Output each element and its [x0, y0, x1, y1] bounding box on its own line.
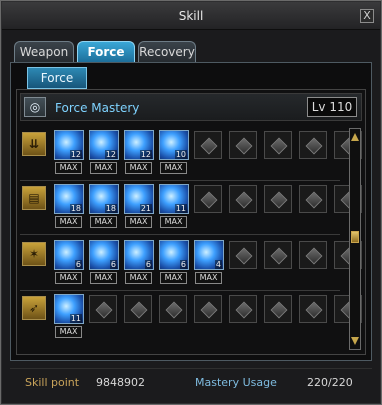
skill-list: ◎ Force Mastery Lv 110 ⇊ 12 MAX 12 MAX 12 MAX 1… — [16, 89, 366, 355]
skill-window: Skill X Weapon Force Recovery Force ◎ Fo… — [0, 0, 382, 405]
skill-row: ⇊ 12 MAX 12 MAX 12 MAX 10 MAX — [20, 130, 362, 182]
empty-skill-slot[interactable] — [159, 295, 187, 323]
empty-skill-slot[interactable] — [229, 131, 257, 159]
skill-level: 12 — [139, 150, 152, 159]
skill-icon[interactable]: 6 — [54, 240, 84, 270]
scroll-thumb[interactable] — [351, 231, 359, 243]
empty-skill-slot[interactable] — [89, 295, 117, 323]
row-divider — [20, 290, 340, 291]
skill-icon[interactable]: 12 — [89, 130, 119, 160]
empty-skill-slot[interactable] — [264, 185, 292, 213]
max-badge: MAX — [195, 272, 222, 284]
max-badge: MAX — [160, 162, 187, 174]
max-badge: MAX — [160, 272, 187, 284]
scroll-up-icon[interactable] — [351, 131, 359, 141]
skill-row: ▤ 18 MAX 18 MAX 21 MAX 11 MAX — [20, 184, 362, 236]
empty-skill-slot[interactable] — [194, 131, 222, 159]
row-divider — [20, 234, 340, 235]
max-badge: MAX — [160, 216, 187, 228]
mastery-usage-label: Mastery Usage — [195, 376, 277, 389]
skill-level: 18 — [69, 204, 82, 213]
tab-weapon[interactable]: Weapon — [14, 41, 74, 62]
subtab-force[interactable]: Force — [27, 67, 87, 89]
skill-level: 6 — [109, 260, 117, 269]
max-badge: MAX — [125, 162, 152, 174]
scrollbar[interactable] — [349, 128, 361, 350]
skill-icon[interactable]: 6 — [124, 240, 154, 270]
skill-level: 10 — [174, 150, 187, 159]
window-title: Skill — [178, 9, 204, 23]
skill-icon[interactable]: 12 — [54, 130, 84, 160]
force-crest-icon: ✶ — [22, 242, 46, 266]
skill-panel: Force ◎ Force Mastery Lv 110 ⇊ 12 MAX 12 MAX… — [10, 62, 372, 361]
empty-skill-slot[interactable] — [264, 131, 292, 159]
footer: Skill point 9848902 Mastery Usage 220/22… — [10, 368, 372, 394]
skill-icon[interactable]: 11 — [54, 294, 84, 324]
force-up-icon: ⇊ — [22, 132, 46, 156]
force-book-icon: ▤ — [22, 186, 46, 210]
scroll-down-icon[interactable] — [351, 337, 359, 347]
skill-point-value: 9848902 — [96, 376, 145, 389]
skill-icon[interactable]: 12 — [124, 130, 154, 160]
empty-skill-slot[interactable] — [194, 185, 222, 213]
force-mastery-icon: ◎ — [24, 97, 46, 117]
empty-skill-slot[interactable] — [229, 241, 257, 269]
skill-icon[interactable]: 6 — [89, 240, 119, 270]
max-badge: MAX — [90, 272, 117, 284]
max-badge: MAX — [55, 162, 82, 174]
close-button[interactable]: X — [360, 9, 374, 23]
skill-level: 21 — [139, 204, 152, 213]
skill-level: 4 — [214, 260, 222, 269]
empty-skill-slot[interactable] — [299, 185, 327, 213]
row-divider — [20, 180, 340, 181]
skill-icon[interactable]: 18 — [54, 184, 84, 214]
empty-skill-slot[interactable] — [229, 185, 257, 213]
max-badge: MAX — [125, 272, 152, 284]
max-badge: MAX — [90, 162, 117, 174]
max-badge: MAX — [55, 326, 82, 338]
mastery-row: ◎ Force Mastery Lv 110 — [20, 93, 362, 121]
empty-skill-slot[interactable] — [124, 295, 152, 323]
skill-level: 12 — [104, 150, 117, 159]
skill-level: 11 — [69, 314, 82, 323]
mastery-level: Lv 110 — [307, 97, 357, 117]
mastery-usage-value: 220/220 — [307, 376, 353, 389]
skill-level: 6 — [74, 260, 82, 269]
force-wing-icon: ➶ — [22, 296, 46, 320]
empty-skill-slot[interactable] — [194, 295, 222, 323]
max-badge: MAX — [90, 216, 117, 228]
max-badge: MAX — [125, 216, 152, 228]
title-bar[interactable]: Skill X — [2, 2, 380, 30]
skill-level: 6 — [179, 260, 187, 269]
empty-skill-slot[interactable] — [264, 295, 292, 323]
skill-icon[interactable]: 10 — [159, 130, 189, 160]
skill-level: 6 — [144, 260, 152, 269]
skill-level: 11 — [174, 204, 187, 213]
skill-icon[interactable]: 11 — [159, 184, 189, 214]
empty-skill-slot[interactable] — [299, 295, 327, 323]
skill-icon[interactable]: 18 — [89, 184, 119, 214]
max-badge: MAX — [55, 216, 82, 228]
skill-level: 18 — [104, 204, 117, 213]
empty-skill-slot[interactable] — [264, 241, 292, 269]
empty-skill-slot[interactable] — [229, 295, 257, 323]
mastery-name: Force Mastery — [55, 101, 140, 115]
skill-row: ✶ 6 MAX 6 MAX 6 MAX 6 MAX 4 MAX — [20, 240, 362, 292]
skill-icon[interactable]: 21 — [124, 184, 154, 214]
tab-recovery[interactable]: Recovery — [138, 41, 196, 62]
max-badge: MAX — [55, 272, 82, 284]
skill-icon[interactable]: 4 — [194, 240, 224, 270]
skill-level: 12 — [69, 150, 82, 159]
empty-skill-slot[interactable] — [299, 241, 327, 269]
tab-force[interactable]: Force — [77, 41, 135, 62]
skill-row: ➶ 11 MAX — [20, 294, 362, 346]
skill-icon[interactable]: 6 — [159, 240, 189, 270]
empty-skill-slot[interactable] — [299, 131, 327, 159]
skill-point-label: Skill point — [25, 376, 80, 389]
